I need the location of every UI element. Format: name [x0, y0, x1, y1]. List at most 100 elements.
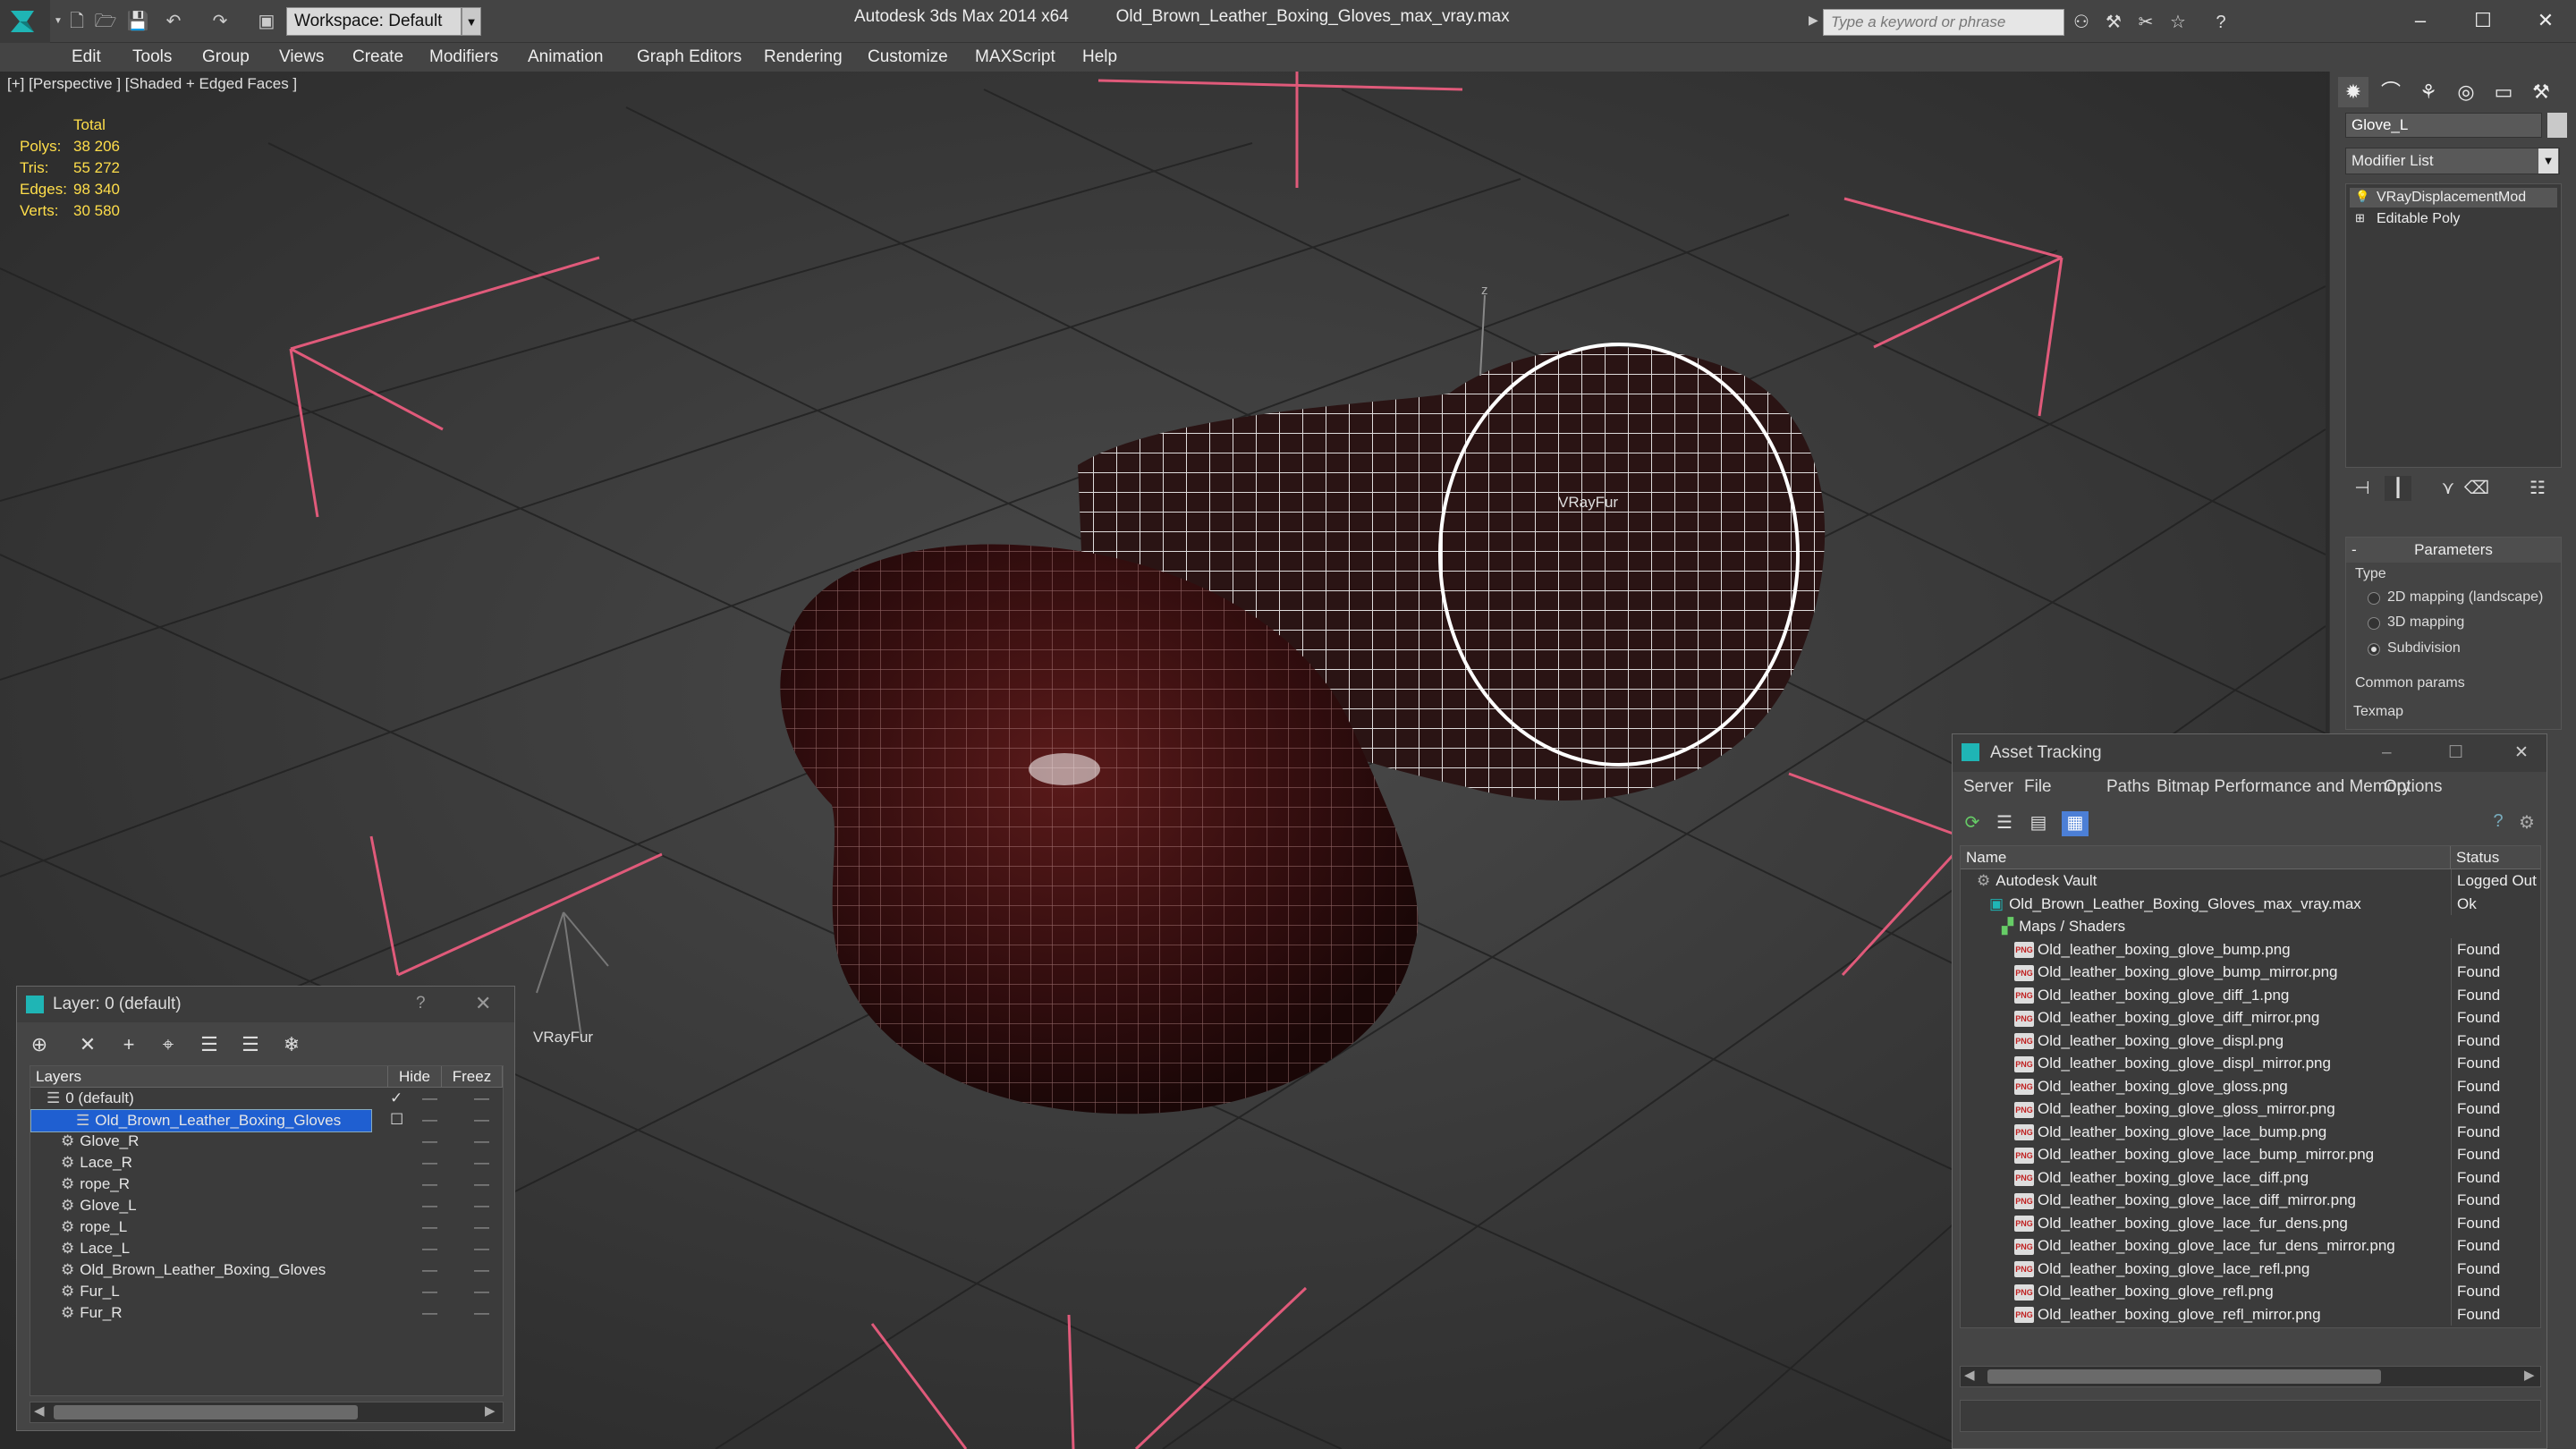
close-icon[interactable]: ✕ [475, 992, 491, 1015]
freeze-toggle[interactable]: — [474, 1302, 489, 1324]
maximize-icon[interactable]: ☐ [2448, 734, 2463, 772]
hide-toggle[interactable]: — [422, 1174, 437, 1195]
open-file-icon[interactable]: 🗁 [93, 9, 118, 34]
column-header-layers[interactable]: Layers [30, 1066, 388, 1088]
layer-row[interactable]: ⚙ rope_R — — [30, 1174, 503, 1195]
menu-help[interactable]: Help [1082, 43, 1117, 72]
layer-row[interactable]: ⚙ Glove_L — — [30, 1195, 503, 1216]
favorites-star-icon[interactable]: ☆ [2166, 11, 2190, 34]
asset-row[interactable]: PNG Old_leather_boxing_glove_bump_mirror.… [1961, 961, 2540, 984]
layer-titlebar[interactable]: Layer: 0 (default) ? ✕ [17, 987, 514, 1022]
freeze-toggle[interactable]: — [474, 1088, 489, 1109]
settings-icon[interactable]: ⚙ [2516, 811, 2538, 833]
hide-toggle[interactable]: — [422, 1152, 437, 1174]
asset-path-field[interactable] [1960, 1400, 2541, 1432]
search-input[interactable]: Type a keyword or phrase [1823, 9, 2064, 36]
asset-row[interactable]: PNG Old_leather_boxing_glove_displ.png Fou… [1961, 1029, 2540, 1052]
scroll-thumb[interactable] [1987, 1369, 2381, 1384]
help-icon[interactable]: ? [2487, 811, 2509, 833]
asset-row[interactable]: PNG Old_leather_boxing_glove_displ_mirror… [1961, 1052, 2540, 1075]
collapse-minus-icon[interactable]: - [2351, 538, 2357, 563]
layer-row[interactable]: ☰ Old_Brown_Leather_Boxing_Gloves ☐ — — [30, 1109, 503, 1132]
menu-modifiers[interactable]: Modifiers [429, 43, 498, 72]
freeze-toggle[interactable]: — [474, 1152, 489, 1174]
hide-toggle[interactable]: — [422, 1259, 437, 1281]
layer-row[interactable]: ⚙ Fur_R — — [30, 1302, 503, 1324]
layer-row[interactable]: ⚙ Glove_R — — [30, 1131, 503, 1152]
hierarchy-tab-icon[interactable]: ⚘ [2413, 77, 2444, 107]
menu-customize[interactable]: Customize [868, 43, 948, 72]
freeze-toggle[interactable]: — [474, 1131, 489, 1152]
asset-row[interactable]: PNG Old_leather_boxing_glove_lace_bump_mi… [1961, 1143, 2540, 1166]
refresh-icon[interactable]: ⟳ [1962, 811, 1983, 833]
set-current-layer-icon[interactable]: ☐ [390, 1109, 403, 1131]
asset-row[interactable]: PNG Old_leather_boxing_glove_lace_diff.pn… [1961, 1165, 2540, 1189]
hide-toggle[interactable]: — [422, 1109, 437, 1131]
subscription-icon[interactable]: ⚒ [2102, 11, 2125, 34]
freeze-toggle[interactable]: — [474, 1216, 489, 1238]
layer-row[interactable]: ⚙ Old_Brown_Leather_Boxing_Gloves — — [30, 1259, 503, 1281]
asset-menu-file[interactable]: File [2024, 774, 2052, 801]
asset-menu-bitmap-performance[interactable]: Bitmap Performance and Memory [2157, 774, 2411, 801]
make-unique-icon[interactable]: ⋎ [2435, 476, 2462, 501]
asset-row[interactable]: PNG Old_leather_boxing_glove_refl.png Foun… [1961, 1280, 2540, 1303]
create-tab-icon[interactable]: ✹ [2338, 77, 2368, 107]
scroll-thumb[interactable] [54, 1405, 358, 1419]
object-color-swatch[interactable] [2547, 113, 2567, 138]
create-layer-icon[interactable]: ⊕ [24, 1031, 55, 1058]
asset-horizontal-scrollbar[interactable]: ◀ ▶ [1960, 1366, 2541, 1387]
freeze-toggle[interactable]: — [474, 1238, 489, 1259]
layer-row[interactable]: ⚙ Fur_L — — [30, 1281, 503, 1302]
column-header-name[interactable]: Name [1961, 846, 2451, 869]
menu-tools[interactable]: Tools [132, 43, 172, 72]
add-to-layer-icon[interactable]: + [114, 1031, 144, 1058]
freeze-toggle[interactable]: — [474, 1281, 489, 1302]
modifier-list-arrow-icon[interactable]: ▼ [2538, 148, 2558, 174]
asset-row[interactable]: PNG Old_leather_boxing_glove_lace_bump.pn… [1961, 1120, 2540, 1143]
layer-row[interactable]: ⚙ rope_L — — [30, 1216, 503, 1238]
scroll-left-arrow-icon[interactable]: ◀ [34, 1402, 45, 1419]
minimize-icon[interactable]: – [2382, 734, 2392, 772]
close-button[interactable]: ✕ [2519, 5, 2572, 36]
remove-modifier-icon[interactable]: ⌫ [2463, 476, 2490, 501]
asset-row[interactable]: PNG Old_leather_boxing_glove_diff_mirror.… [1961, 1006, 2540, 1030]
highlight-layer-icon[interactable]: ☰ [194, 1031, 225, 1058]
asset-row[interactable]: PNG Old_leather_boxing_glove_refl_mirror.… [1961, 1302, 2540, 1326]
asset-row[interactable]: PNG Old_leather_boxing_glove_lace_diff_mi… [1961, 1189, 2540, 1212]
show-end-result-icon[interactable]: ┃ [2385, 476, 2411, 501]
menu-graph-editors[interactable]: Graph Editors [637, 43, 741, 72]
motion-tab-icon[interactable]: ◎ [2451, 77, 2481, 107]
freeze-toggle[interactable]: — [474, 1259, 489, 1281]
scroll-right-arrow-icon[interactable]: ▶ [485, 1402, 496, 1419]
freeze-toggle[interactable]: — [474, 1195, 489, 1216]
asset-row[interactable]: PNG Old_leather_boxing_glove_diff_1.png Fo… [1961, 983, 2540, 1006]
save-file-icon[interactable]: 💾 [125, 9, 150, 34]
column-header-hide[interactable]: Hide [388, 1066, 442, 1088]
lightbulb-icon[interactable]: 💡 [2355, 191, 2369, 203]
scroll-left-arrow-icon[interactable]: ◀ [1964, 1367, 1975, 1383]
utilities-tab-icon[interactable]: ⚒ [2526, 77, 2556, 107]
delete-layer-icon[interactable]: ✕ [72, 1031, 103, 1058]
asset-row[interactable]: ⚙ Autodesk Vault Logged Out [1961, 869, 2540, 893]
radio-2d-mapping[interactable] [2368, 592, 2380, 605]
table-view-icon[interactable]: ▦ [2062, 811, 2089, 836]
stack-item-vraydisplacement[interactable]: 💡 VRayDisplacementMod [2350, 188, 2557, 208]
configure-modifier-sets-icon[interactable]: ☷ [2524, 476, 2551, 501]
app-menu-arrow-icon[interactable]: ▼ [54, 16, 63, 26]
menu-rendering[interactable]: Rendering [764, 43, 843, 72]
freeze-toggle[interactable]: — [474, 1174, 489, 1195]
scroll-right-arrow-icon[interactable]: ▶ [2524, 1367, 2535, 1383]
asset-row[interactable]: PNG Old_leather_boxing_glove_lace_fur_den… [1961, 1211, 2540, 1234]
hide-all-layers-icon[interactable]: ☰ [235, 1031, 266, 1058]
asset-row[interactable]: ▣ Old_Brown_Leather_Boxing_Gloves_max_vra… [1961, 892, 2540, 915]
thumbnail-view-icon[interactable]: ▤ [2028, 811, 2049, 833]
modifier-list-dropdown[interactable]: Modifier List [2345, 148, 2560, 174]
hide-toggle[interactable]: — [422, 1195, 437, 1216]
menu-maxscript[interactable]: MAXScript [975, 43, 1055, 72]
hide-toggle[interactable]: — [422, 1281, 437, 1302]
layer-row[interactable]: ⚙ Lace_L — — [30, 1238, 503, 1259]
undo-icon[interactable]: ↶ [161, 9, 186, 34]
asset-row[interactable]: PNG Old_leather_boxing_glove_gloss.png Fou… [1961, 1074, 2540, 1097]
hide-toggle[interactable]: — [422, 1088, 437, 1109]
parameters-header[interactable]: - Parameters [2346, 538, 2561, 563]
